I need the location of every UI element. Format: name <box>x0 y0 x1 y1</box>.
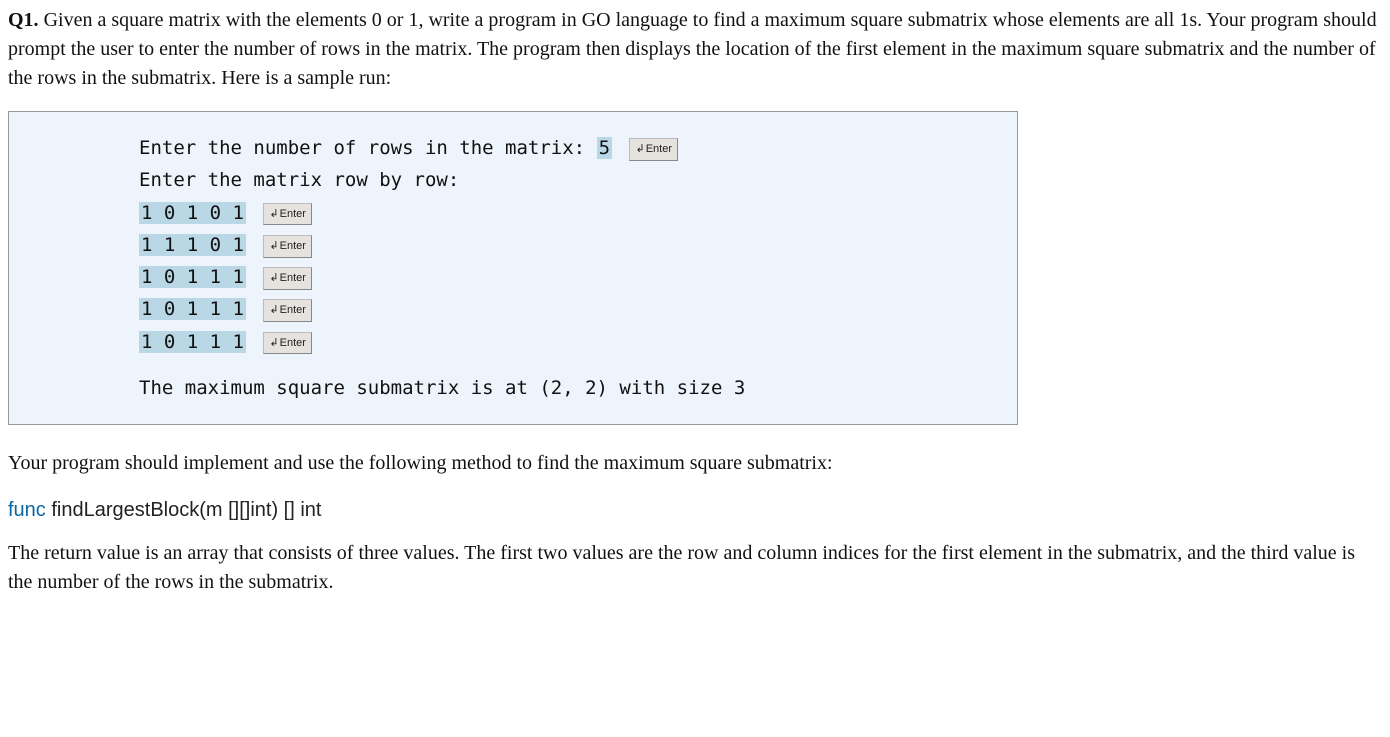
after-paragraph: Your program should implement and use th… <box>8 449 1382 478</box>
enter-key-icon: Enter <box>263 203 312 226</box>
matrix-row: 1 0 1 1 1 Enter <box>139 326 993 358</box>
prompt-rows-text: Enter the number of rows in the matrix: <box>139 137 597 159</box>
matrix-row: 1 1 1 0 1 Enter <box>139 229 993 261</box>
matrix-row: 1 0 1 1 1 Enter <box>139 293 993 325</box>
result-line: The maximum square submatrix is at (2, 2… <box>139 372 993 404</box>
prompt-matrix-text: Enter the matrix row by row: <box>139 169 459 191</box>
enter-key-icon: Enter <box>263 332 312 355</box>
sample-run-box: Enter the number of rows in the matrix: … <box>8 111 1018 425</box>
prompt-matrix-line: Enter the matrix row by row: <box>139 164 993 196</box>
matrix-row-value: 1 0 1 1 1 <box>139 266 246 288</box>
matrix-row-value: 1 0 1 0 1 <box>139 202 246 224</box>
enter-key-icon: Enter <box>263 235 312 258</box>
matrix-row-value: 1 1 1 0 1 <box>139 234 246 256</box>
enter-key-icon: Enter <box>263 299 312 322</box>
prompt-rows-line: Enter the number of rows in the matrix: … <box>139 132 993 164</box>
rows-input-value: 5 <box>597 137 612 159</box>
function-signature: func findLargestBlock(m [][]int) [] int <box>8 496 1382 525</box>
matrix-row-value: 1 0 1 1 1 <box>139 331 246 353</box>
matrix-row-value: 1 0 1 1 1 <box>139 298 246 320</box>
enter-key-icon: Enter <box>263 267 312 290</box>
matrix-row: 1 0 1 0 1 Enter <box>139 197 993 229</box>
signature-rest: findLargestBlock(m [][]int) [] int <box>46 499 322 521</box>
keyword-func: func <box>8 499 46 521</box>
question-paragraph: Q1. Given a square matrix with the eleme… <box>8 6 1382 93</box>
blank-line <box>139 358 993 372</box>
question-text: Given a square matrix with the elements … <box>8 9 1377 89</box>
return-paragraph: The return value is an array that consis… <box>8 539 1382 597</box>
matrix-row: 1 0 1 1 1 Enter <box>139 261 993 293</box>
question-label: Q1. <box>8 9 39 31</box>
enter-key-icon: Enter <box>629 138 678 161</box>
